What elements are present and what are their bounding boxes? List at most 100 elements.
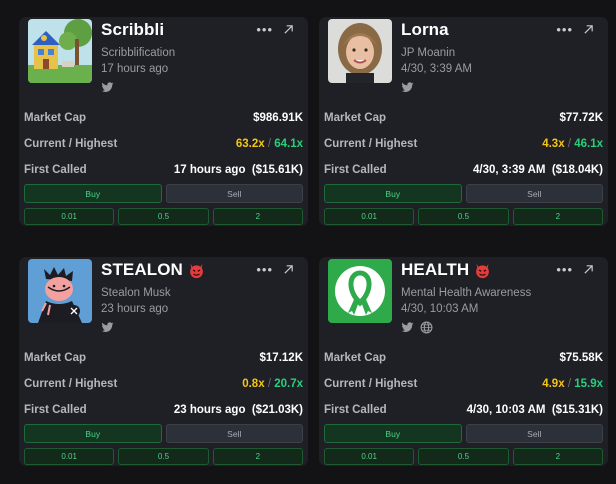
market-cap-label: Market Cap xyxy=(324,352,386,364)
amount-button[interactable]: 0.5 xyxy=(118,208,209,225)
market-cap-row: Market Cap $75.58K xyxy=(324,345,603,371)
open-external-icon[interactable] xyxy=(283,24,294,35)
title-row: HEALTH xyxy=(401,260,491,280)
market-cap-value: $17.12K xyxy=(259,352,303,364)
open-external-icon[interactable] xyxy=(583,264,594,275)
token-subtitle: Scribblification xyxy=(101,47,176,59)
more-icon[interactable]: ••• xyxy=(256,263,273,276)
amount-button[interactable]: 0.01 xyxy=(24,448,115,465)
social-links xyxy=(101,321,114,334)
title-row: Scribbli xyxy=(101,20,164,40)
title-row: STEALON xyxy=(101,260,205,280)
amount-button[interactable]: 2 xyxy=(212,208,303,225)
highest-multiple: 20.7x xyxy=(274,378,303,390)
first-called-value: 17 hours ago ($15.61K) xyxy=(173,164,303,176)
avatar[interactable] xyxy=(28,19,92,83)
market-cap-value: $986.91K xyxy=(253,112,303,124)
amount-button[interactable]: 2 xyxy=(512,448,603,465)
market-cap-label: Market Cap xyxy=(24,112,86,124)
amount-button[interactable]: 0.01 xyxy=(24,208,115,225)
first-called-row: First Called 23 hours ago ($21.03K) xyxy=(24,397,303,423)
buy-button[interactable]: Buy xyxy=(24,424,162,443)
token-name[interactable]: Lorna xyxy=(401,20,449,40)
ratio-label: Current / Highest xyxy=(324,138,418,150)
market-cap-value: $75.58K xyxy=(559,352,603,364)
trade-buttons: Buy Sell xyxy=(24,184,303,203)
separator: / xyxy=(267,378,272,390)
avatar[interactable] xyxy=(328,259,392,323)
ratio-label: Current / Highest xyxy=(24,138,118,150)
buy-button[interactable]: Buy xyxy=(324,424,462,443)
open-external-icon[interactable] xyxy=(583,24,594,35)
first-called-value: 4/30, 3:39 AM ($18.04K) xyxy=(473,164,603,176)
avatar[interactable] xyxy=(28,259,92,323)
quick-amounts: 0.01 0.5 2 xyxy=(324,448,603,465)
sell-button[interactable]: Sell xyxy=(165,184,303,203)
first-called-value: 23 hours ago ($21.03K) xyxy=(173,404,303,416)
token-name[interactable]: STEALON xyxy=(101,260,183,280)
amount-button[interactable]: 0.01 xyxy=(324,208,415,225)
trade-buttons: Buy Sell xyxy=(324,184,603,203)
first-called-row: First Called 17 hours ago ($15.61K) xyxy=(24,157,303,183)
open-external-icon[interactable] xyxy=(283,264,294,275)
amount-button[interactable]: 0.01 xyxy=(324,448,415,465)
token-card-lorna[interactable]: Lorna JP Moanin 4/30, 3:39 AM ••• Market… xyxy=(319,17,608,226)
sell-button[interactable]: Sell xyxy=(465,424,603,443)
twitter-icon[interactable] xyxy=(401,81,414,94)
amount-button[interactable]: 0.5 xyxy=(418,208,509,225)
avatar[interactable] xyxy=(328,19,392,83)
sell-button[interactable]: Sell xyxy=(165,424,303,443)
highest-multiple: 46.1x xyxy=(574,138,603,150)
stats: Market Cap $77.72K Current / Highest 4.3… xyxy=(324,105,603,183)
ratio-row: Current / Highest 0.8x / 20.7x xyxy=(24,371,303,397)
market-cap-row: Market Cap $77.72K xyxy=(324,105,603,131)
first-called-row: First Called 4/30, 10:03 AM ($15.31K) xyxy=(324,397,603,423)
market-cap-label: Market Cap xyxy=(24,352,86,364)
ratio-label: Current / Highest xyxy=(24,378,118,390)
twitter-icon[interactable] xyxy=(401,321,414,334)
token-card-health[interactable]: HEALTH Mental Health Awareness 4/30, 10:… xyxy=(319,257,608,466)
ratio-value: 0.8x / 20.7x xyxy=(242,378,303,390)
amount-button[interactable]: 2 xyxy=(212,448,303,465)
more-icon[interactable]: ••• xyxy=(556,23,573,36)
current-multiple: 4.9x xyxy=(542,378,565,390)
token-name[interactable]: HEALTH xyxy=(401,260,469,280)
call-time: 4/30, 3:39 AM xyxy=(401,63,472,75)
amount-button[interactable]: 0.5 xyxy=(118,448,209,465)
stats: Market Cap $17.12K Current / Highest 0.8… xyxy=(24,345,303,423)
devil-icon xyxy=(188,262,205,279)
social-links xyxy=(401,321,433,334)
stats: Market Cap $75.58K Current / Highest 4.9… xyxy=(324,345,603,423)
card-header: HEALTH Mental Health Awareness 4/30, 10:… xyxy=(324,257,603,345)
buy-button[interactable]: Buy xyxy=(324,184,462,203)
social-links xyxy=(101,81,114,94)
token-card-stealon[interactable]: STEALON Stealon Musk 23 hours ago ••• Ma… xyxy=(19,257,308,466)
call-time: 4/30, 10:03 AM xyxy=(401,303,479,315)
market-cap-value: $77.72K xyxy=(559,112,603,124)
more-icon[interactable]: ••• xyxy=(556,263,573,276)
current-multiple: 4.3x xyxy=(542,138,565,150)
sell-button[interactable]: Sell xyxy=(465,184,603,203)
globe-icon[interactable] xyxy=(420,321,433,334)
first-called-label: First Called xyxy=(24,404,87,416)
call-time: 23 hours ago xyxy=(101,303,169,315)
first-called-row: First Called 4/30, 3:39 AM ($18.04K) xyxy=(324,157,603,183)
amount-button[interactable]: 0.5 xyxy=(418,448,509,465)
social-links xyxy=(401,81,414,94)
first-called-label: First Called xyxy=(324,164,387,176)
market-cap-label: Market Cap xyxy=(324,112,386,124)
card-header: Lorna JP Moanin 4/30, 3:39 AM ••• xyxy=(324,17,603,105)
more-icon[interactable]: ••• xyxy=(256,23,273,36)
token-name[interactable]: Scribbli xyxy=(101,20,164,40)
twitter-icon[interactable] xyxy=(101,321,114,334)
amount-button[interactable]: 2 xyxy=(512,208,603,225)
card-header: STEALON Stealon Musk 23 hours ago ••• xyxy=(24,257,303,345)
devil-icon xyxy=(474,262,491,279)
market-cap-row: Market Cap $986.91K xyxy=(24,105,303,131)
current-multiple: 63.2x xyxy=(235,138,265,150)
separator: / xyxy=(567,378,572,390)
trade-buttons: Buy Sell xyxy=(324,424,603,443)
token-card-scribbli[interactable]: Scribbli Scribblification 17 hours ago •… xyxy=(19,17,308,226)
twitter-icon[interactable] xyxy=(101,81,114,94)
buy-button[interactable]: Buy xyxy=(24,184,162,203)
